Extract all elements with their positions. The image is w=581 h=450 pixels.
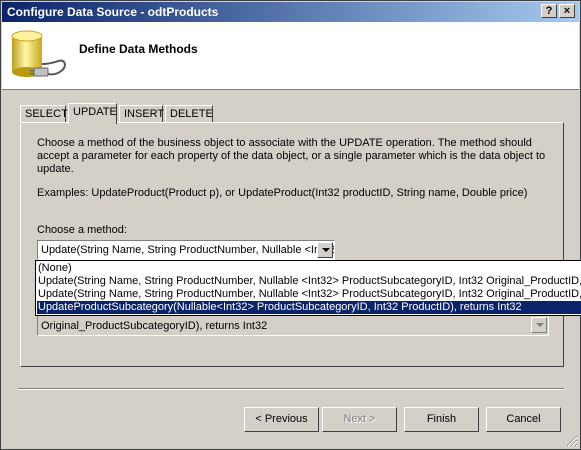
wizard-header: Define Data Methods xyxy=(2,22,579,90)
tab-update[interactable]: UPDATE xyxy=(68,103,117,124)
window-title: Configure Data Source - odtProducts xyxy=(7,5,219,19)
method-dropdown-list[interactable]: (None) Update(String Name, String Produc… xyxy=(35,260,581,316)
chevron-down-icon xyxy=(322,248,330,252)
tab-select[interactable]: SELECT xyxy=(20,105,68,123)
title-bar[interactable]: Configure Data Source - odtProducts ? × xyxy=(2,2,579,22)
method-signature-text: Original_ProductSubcategoryID), returns … xyxy=(41,320,268,332)
tab-delete[interactable]: DELETE xyxy=(165,105,213,123)
examples-text: Examples: UpdateProduct(Product p), or U… xyxy=(37,187,528,199)
combo-dropdown-button[interactable] xyxy=(317,242,333,258)
configure-data-source-dialog: Configure Data Source - odtProducts ? × … xyxy=(0,0,581,450)
combo-value: Update(String Name, String ProductNumber… xyxy=(41,244,334,256)
cancel-button[interactable]: Cancel xyxy=(486,407,561,432)
tab-insert[interactable]: INSERT xyxy=(119,105,164,123)
dropdown-option[interactable]: (None) xyxy=(37,262,581,275)
next-button[interactable]: Next > xyxy=(322,407,397,432)
method-combobox[interactable]: Update(String Name, String ProductNumber… xyxy=(37,240,335,260)
chevron-down-icon xyxy=(536,323,544,327)
previous-button[interactable]: < Previous xyxy=(244,407,319,432)
button-separator xyxy=(18,388,564,390)
method-description: Choose a method of the business object t… xyxy=(37,137,546,175)
choose-method-label: Choose a method: xyxy=(37,224,127,236)
database-plug-icon xyxy=(11,30,66,77)
finish-button[interactable]: Finish xyxy=(404,407,479,432)
dropdown-option-selected[interactable]: UpdateProductSubcategory(Nullable<Int32>… xyxy=(37,301,581,314)
close-button[interactable]: × xyxy=(559,4,575,18)
dropdown-option[interactable]: Update(String Name, String ProductNumber… xyxy=(37,275,581,288)
help-button[interactable]: ? xyxy=(541,4,557,18)
page-heading: Define Data Methods xyxy=(79,42,198,56)
resize-grip-icon[interactable] xyxy=(566,435,578,447)
signature-scroll-button[interactable] xyxy=(531,317,547,333)
update-tab-panel: Choose a method of the business object t… xyxy=(20,122,564,367)
dropdown-option[interactable]: Update(String Name, String ProductNumber… xyxy=(37,288,581,301)
